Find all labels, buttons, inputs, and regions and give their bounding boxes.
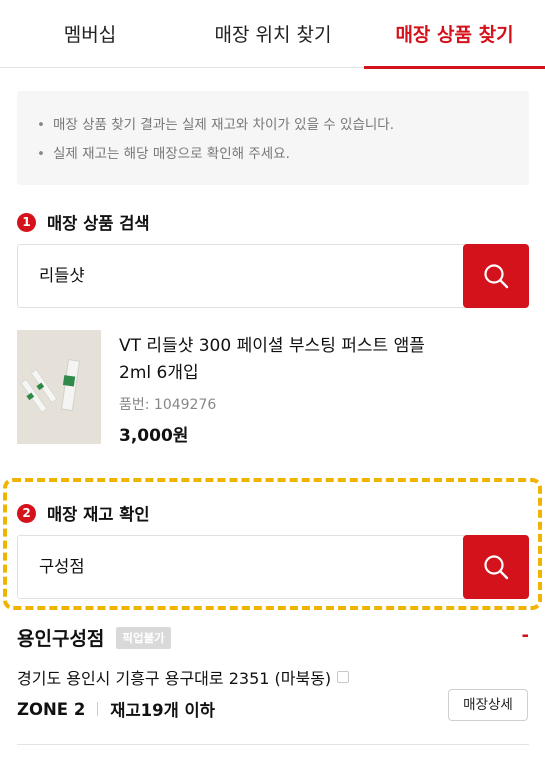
product-name[interactable]: VT 리들샷 300 페이셜 부스팅 퍼스트 앰플 2ml 6개입 — [119, 333, 459, 387]
search-icon — [484, 264, 509, 289]
pickup-badge: 픽업불가 — [116, 626, 171, 649]
store-search-button[interactable] — [463, 535, 529, 599]
store-address: 경기도 용인시 기흥구 용구대로 2351 (마북동) — [17, 665, 350, 689]
section-title-text: 매장 상품 검색 — [47, 214, 150, 233]
step-2-badge: 2 — [17, 503, 36, 523]
search-icon — [484, 555, 509, 580]
tab-store-product[interactable]: 매장 상품 찾기 — [364, 0, 545, 69]
product-image — [17, 330, 101, 444]
store-stock-info: ZONE 2 재고19개 이하 — [17, 697, 215, 721]
notice-box: 매장 상품 찾기 결과는 실제 재고와 차이가 있을 수 있습니다. 실제 재고… — [17, 91, 529, 185]
product-code: 품번: 1049276 — [119, 397, 217, 413]
section-title-text: 매장 재고 확인 — [47, 505, 150, 524]
product-search-button[interactable] — [463, 244, 529, 308]
store-search-value[interactable]: 구성점 — [39, 536, 85, 598]
store-search-input[interactable]: 구성점 — [17, 535, 529, 599]
product-search-title: 1 매장 상품 검색 — [17, 210, 150, 234]
store-name-text: 용인구성점 — [17, 628, 105, 650]
notice-item: 실제 재고는 해당 매장으로 확인해 주세요. — [37, 140, 529, 169]
product-price: 3,000원 — [119, 426, 189, 446]
store-stock: 재고19개 이하 — [110, 701, 215, 720]
tab-membership[interactable]: 멤버십 — [0, 0, 180, 68]
store-detail-button[interactable]: 매장상세 — [448, 689, 528, 721]
tab-store-location[interactable]: 매장 위치 찾기 — [182, 0, 364, 68]
store-status-mark: - — [521, 625, 529, 646]
product-result[interactable]: VT 리들샷 300 페이셜 부스팅 퍼스트 앰플 2ml 6개입 품번: 10… — [17, 330, 529, 446]
copy-icon[interactable] — [337, 671, 350, 683]
store-address-text: 경기도 용인시 기흥구 용구대로 2351 (마북동) — [17, 669, 332, 688]
store-name: 용인구성점 픽업불가 — [17, 624, 171, 651]
divider — [97, 702, 99, 716]
notice-item: 매장 상품 찾기 결과는 실제 재고와 차이가 있을 수 있습니다. — [37, 111, 529, 140]
tab-bar: 멤버십 매장 위치 찾기 매장 상품 찾기 — [0, 0, 545, 69]
store-zone: ZONE 2 — [17, 699, 86, 719]
divider — [17, 744, 529, 745]
stock-check-title: 2 매장 재고 확인 — [17, 501, 150, 525]
product-search-input[interactable]: 리들샷 — [17, 244, 529, 308]
product-search-value[interactable]: 리들샷 — [39, 245, 85, 307]
step-1-badge: 1 — [17, 212, 36, 232]
